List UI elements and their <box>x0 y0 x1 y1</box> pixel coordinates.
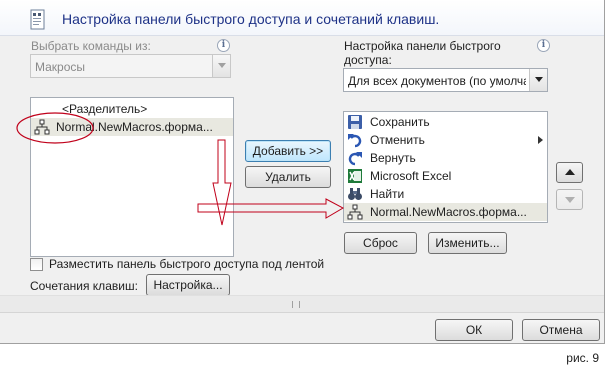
list-item-macro[interactable]: Normal.NewMacros.форма... <box>31 118 233 136</box>
customize-for-combo[interactable]: Для всех документов (по умолча <box>343 68 548 92</box>
scroll-left-arrow-icon <box>7 300 10 309</box>
macro-icon <box>34 119 50 135</box>
list-item-label: Вернуть <box>370 151 416 165</box>
list-item-undo[interactable]: Отменить <box>344 131 547 149</box>
ok-button[interactable]: ОК <box>435 319 513 341</box>
customize-shortcuts-button[interactable]: Настройка... <box>146 274 230 296</box>
redo-icon <box>348 152 362 166</box>
choose-commands-combo[interactable]: Макросы <box>30 54 231 78</box>
chevron-down-icon <box>212 55 230 77</box>
choose-commands-label: Выбрать команды из: <box>31 39 151 53</box>
submenu-arrow-icon <box>538 136 543 144</box>
shortcuts-label: Сочетания клавиш: <box>30 279 138 293</box>
binoculars-icon <box>348 188 362 200</box>
info-icon: i <box>217 39 230 52</box>
list-item-label: Normal.NewMacros.форма... <box>56 120 213 134</box>
cancel-button[interactable]: Отмена <box>522 319 600 341</box>
list-item-label: <Разделитель> <box>62 102 148 116</box>
list-item-label: Normal.NewMacros.форма... <box>370 205 527 219</box>
list-item-find[interactable]: Найти <box>344 185 547 203</box>
figure-caption: рис. 9 <box>566 351 599 365</box>
list-item-excel[interactable]: Microsoft Excel <box>344 167 547 185</box>
list-item-label: Microsoft Excel <box>370 169 452 183</box>
save-icon <box>348 115 362 129</box>
customize-for-value: Для всех документов (по умолча <box>348 74 526 88</box>
info-icon: i <box>537 39 550 52</box>
list-item-label: Найти <box>370 187 405 201</box>
excel-icon <box>348 169 362 183</box>
choose-commands-value: Макросы <box>35 60 86 74</box>
horizontal-scrollbar[interactable] <box>0 295 604 312</box>
remove-button[interactable]: Удалить <box>245 166 331 188</box>
list-item-label: Отменить <box>370 133 425 147</box>
list-item-label: Сохранить <box>370 115 430 129</box>
macro-icon <box>347 204 363 220</box>
show-below-ribbon-checkbox[interactable] <box>30 258 43 271</box>
footer-divider <box>0 312 604 313</box>
available-commands-list[interactable]: <Разделитель> Normal.NewMacros.форма... <box>30 97 234 257</box>
dialog-header: Настройка панели быстрого доступа и соче… <box>0 0 604 36</box>
undo-icon <box>348 134 362 148</box>
arrow-up-icon <box>565 169 575 175</box>
list-item-separator[interactable]: <Разделитель> <box>31 100 233 118</box>
chevron-down-icon <box>529 69 547 91</box>
list-item-redo[interactable]: Вернуть <box>344 149 547 167</box>
arrow-down-icon <box>565 197 575 203</box>
add-button[interactable]: Добавить >> <box>245 140 331 162</box>
move-down-button[interactable] <box>556 189 583 210</box>
move-up-button[interactable] <box>556 162 583 183</box>
show-below-ribbon-label: Разместить панель быстрого доступа под л… <box>49 257 325 271</box>
modify-button[interactable]: Изменить... <box>428 232 507 254</box>
list-item-macro[interactable]: Normal.NewMacros.форма... <box>344 203 547 221</box>
list-item-save[interactable]: Сохранить <box>344 113 547 131</box>
customize-for-label-line2: доступа: <box>344 53 392 67</box>
reset-button[interactable]: Сброс <box>344 232 417 254</box>
customize-for-label-line1: Настройка панели быстрого <box>344 39 501 53</box>
customize-dialog: Настройка панели быстрого доступа и соче… <box>0 0 605 344</box>
toolbar-commands-list[interactable]: Сохранить Отменить Вернуть Microsoft Exc <box>343 111 548 223</box>
scroll-grip-icon[interactable] <box>292 301 300 308</box>
customize-toolbar-icon <box>30 9 45 30</box>
dialog-title: Настройка панели быстрого доступа и соче… <box>62 11 440 27</box>
